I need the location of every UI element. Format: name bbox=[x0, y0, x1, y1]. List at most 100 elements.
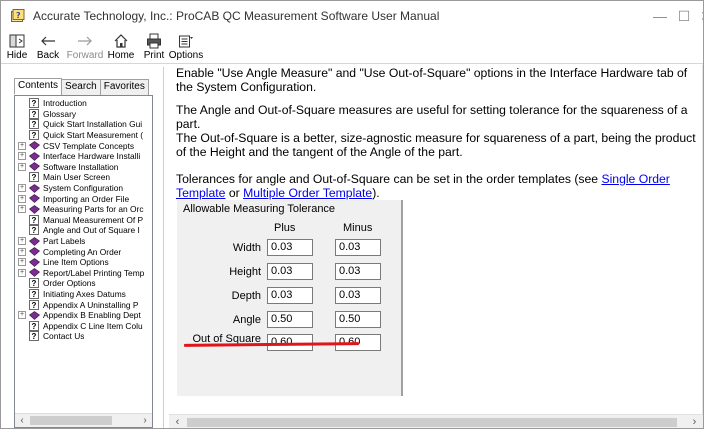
tree-item-label: Quick Start Installation Gui bbox=[43, 119, 143, 130]
tree-item-label: System Configuration bbox=[43, 183, 124, 194]
home-button[interactable]: Home bbox=[105, 31, 137, 64]
tree-book-item[interactable]: + Completing An Order bbox=[15, 246, 152, 257]
back-button[interactable]: Back bbox=[34, 31, 62, 64]
expand-icon[interactable]: + bbox=[18, 184, 26, 193]
book-icon bbox=[29, 151, 40, 161]
expand-icon[interactable]: + bbox=[18, 152, 26, 161]
tree-page-item[interactable]: ? Main User Screen bbox=[15, 172, 152, 183]
tree-book-item[interactable]: + Part Labels bbox=[15, 236, 152, 247]
options-button[interactable]: Options bbox=[168, 31, 204, 64]
height-minus-field: 0.03 bbox=[335, 263, 381, 280]
tree-page-item[interactable]: ? Contact Us bbox=[15, 331, 152, 342]
tree-item-label: Appendix C Line Item Colu bbox=[43, 320, 143, 331]
help-app-icon: ? bbox=[11, 9, 25, 22]
paragraph-out-of-square: The Out-of-Square is a better, size-agno… bbox=[176, 131, 696, 159]
tree-page-item[interactable]: ? Glossary bbox=[15, 108, 152, 120]
tree-item-label: Initiating Axes Datums bbox=[43, 288, 126, 299]
help-page-icon: ? bbox=[29, 172, 39, 183]
tree-scroll-thumb[interactable] bbox=[30, 416, 112, 425]
home-label: Home bbox=[107, 50, 135, 61]
expand-icon[interactable]: + bbox=[18, 205, 26, 214]
help-page-icon: ? bbox=[29, 108, 39, 119]
help-page-icon: ? bbox=[29, 130, 39, 141]
expand-icon[interactable]: + bbox=[18, 258, 26, 267]
content-scroll-left-icon[interactable]: ‹ bbox=[169, 415, 186, 428]
tab-favorites[interactable]: Favorites bbox=[99, 79, 149, 95]
plus-column-header: Plus bbox=[274, 222, 296, 234]
tree-book-item[interactable]: + CSV Template Concepts bbox=[15, 140, 152, 151]
hide-label: Hide bbox=[6, 50, 28, 61]
hide-button[interactable]: Hide bbox=[4, 31, 30, 64]
options-label: Options bbox=[168, 50, 204, 61]
help-page-icon: ? bbox=[29, 98, 39, 109]
contents-tree: ? Introduction? Glossary? Quick Start Insta… bbox=[14, 95, 153, 428]
width-minus-field: 0.03 bbox=[335, 239, 381, 256]
content-scroll-right-icon[interactable]: › bbox=[686, 415, 703, 428]
tree-book-item[interactable]: + Appendix B Enabling Dept bbox=[15, 310, 152, 321]
tree-page-item[interactable]: ? Manual Measurement Of P bbox=[15, 214, 152, 226]
tree-item-label: Measuring Parts for an Orc bbox=[43, 204, 144, 215]
tab-contents[interactable]: Contents bbox=[14, 78, 63, 94]
expand-icon[interactable]: + bbox=[18, 247, 26, 256]
tree-page-item[interactable]: ? Quick Start Installation Gui bbox=[15, 119, 152, 130]
content-scroll-thumb[interactable] bbox=[187, 418, 677, 427]
expand-icon[interactable]: + bbox=[18, 237, 26, 246]
tolerances-text: Tolerances for angle and Out-of-Square c… bbox=[176, 172, 602, 186]
expand-icon[interactable]: + bbox=[18, 141, 26, 150]
depth-minus-field: 0.03 bbox=[335, 287, 381, 304]
tree-book-item[interactable]: + Importing an Order File bbox=[15, 193, 152, 204]
paragraph-angle-measures: The Angle and Out-of-Square measures are… bbox=[176, 103, 688, 131]
help-page-icon: ? bbox=[29, 299, 39, 310]
expand-icon[interactable]: + bbox=[18, 268, 26, 277]
nav-tabs: Contents Search Favorites bbox=[14, 78, 149, 95]
scroll-right-icon[interactable]: › bbox=[138, 414, 152, 427]
tree-item-label: Order Options bbox=[43, 278, 96, 289]
tree-book-item[interactable]: + Report/Label Printing Temp bbox=[15, 267, 152, 279]
tree-book-item[interactable]: + System Configuration bbox=[15, 183, 152, 194]
tree-book-item[interactable]: + Interface Hardware Installi bbox=[15, 151, 152, 162]
multiple-order-template-link[interactable]: Multiple Order Template bbox=[243, 186, 372, 200]
window-title: Accurate Technology, Inc.: ProCAB QC Mea… bbox=[33, 9, 440, 23]
tree-item-label: Appendix A Uninstalling P bbox=[43, 299, 139, 310]
tree-item-label: Software Installation bbox=[43, 161, 119, 172]
scroll-left-icon[interactable]: ‹ bbox=[15, 414, 29, 427]
tree-page-item[interactable]: ? Appendix C Line Item Colu bbox=[15, 320, 152, 331]
tolerance-title: Allowable Measuring Tolerance bbox=[183, 203, 336, 215]
minus-column-header: Minus bbox=[343, 222, 373, 234]
tree-page-item[interactable]: ? Order Options bbox=[15, 278, 152, 289]
tree-page-item[interactable]: ? Initiating Axes Datums bbox=[15, 288, 152, 300]
tree-item-label: Interface Hardware Installi bbox=[43, 151, 141, 162]
book-icon bbox=[29, 162, 40, 172]
close-button[interactable]: ✕ bbox=[683, 1, 703, 31]
or-text: or bbox=[225, 185, 244, 200]
book-icon bbox=[29, 183, 40, 193]
tab-search[interactable]: Search bbox=[61, 79, 101, 95]
content-horizontal-scrollbar[interactable]: ‹ › bbox=[169, 414, 703, 428]
help-page-icon: ? bbox=[29, 214, 39, 225]
help-page-icon: ? bbox=[29, 278, 39, 289]
print-button[interactable]: Print bbox=[143, 31, 165, 64]
tree-book-item[interactable]: + Line Item Options bbox=[15, 257, 152, 268]
home-icon bbox=[114, 34, 128, 48]
tree-page-item[interactable]: ? Appendix A Uninstalling P bbox=[15, 299, 152, 310]
expand-icon[interactable]: + bbox=[18, 311, 26, 320]
forward-button[interactable]: Forward bbox=[66, 31, 104, 64]
paragraph-enable-options: Enable "Use Angle Measure" and "Use Out-… bbox=[176, 66, 688, 94]
tree-book-item[interactable]: + Measuring Parts for an Orc bbox=[15, 204, 152, 215]
tree-horizontal-scrollbar[interactable]: ‹ › bbox=[15, 413, 152, 427]
print-label: Print bbox=[143, 50, 165, 61]
book-icon bbox=[29, 257, 40, 267]
tree-page-item[interactable]: ? Introduction bbox=[15, 98, 152, 109]
help-page-icon: ? bbox=[29, 225, 39, 236]
tree-book-item[interactable]: + Software Installation bbox=[15, 161, 152, 173]
toolbar: Hide Back Forward Home Print Options bbox=[1, 31, 703, 64]
tree-page-item[interactable]: ? Quick Start Measurement ( bbox=[15, 130, 152, 141]
expand-icon[interactable]: + bbox=[18, 162, 26, 171]
back-arrow-icon bbox=[41, 36, 55, 46]
tree-item-label: Report/Label Printing Temp bbox=[43, 267, 145, 278]
tree-item-label: Appendix B Enabling Dept bbox=[43, 310, 141, 321]
expand-icon[interactable]: + bbox=[18, 194, 26, 203]
back-label: Back bbox=[36, 50, 60, 61]
tree-page-item[interactable]: ? Angle and Out of Square I bbox=[15, 225, 152, 236]
tree-item-label: Completing An Order bbox=[43, 246, 122, 257]
